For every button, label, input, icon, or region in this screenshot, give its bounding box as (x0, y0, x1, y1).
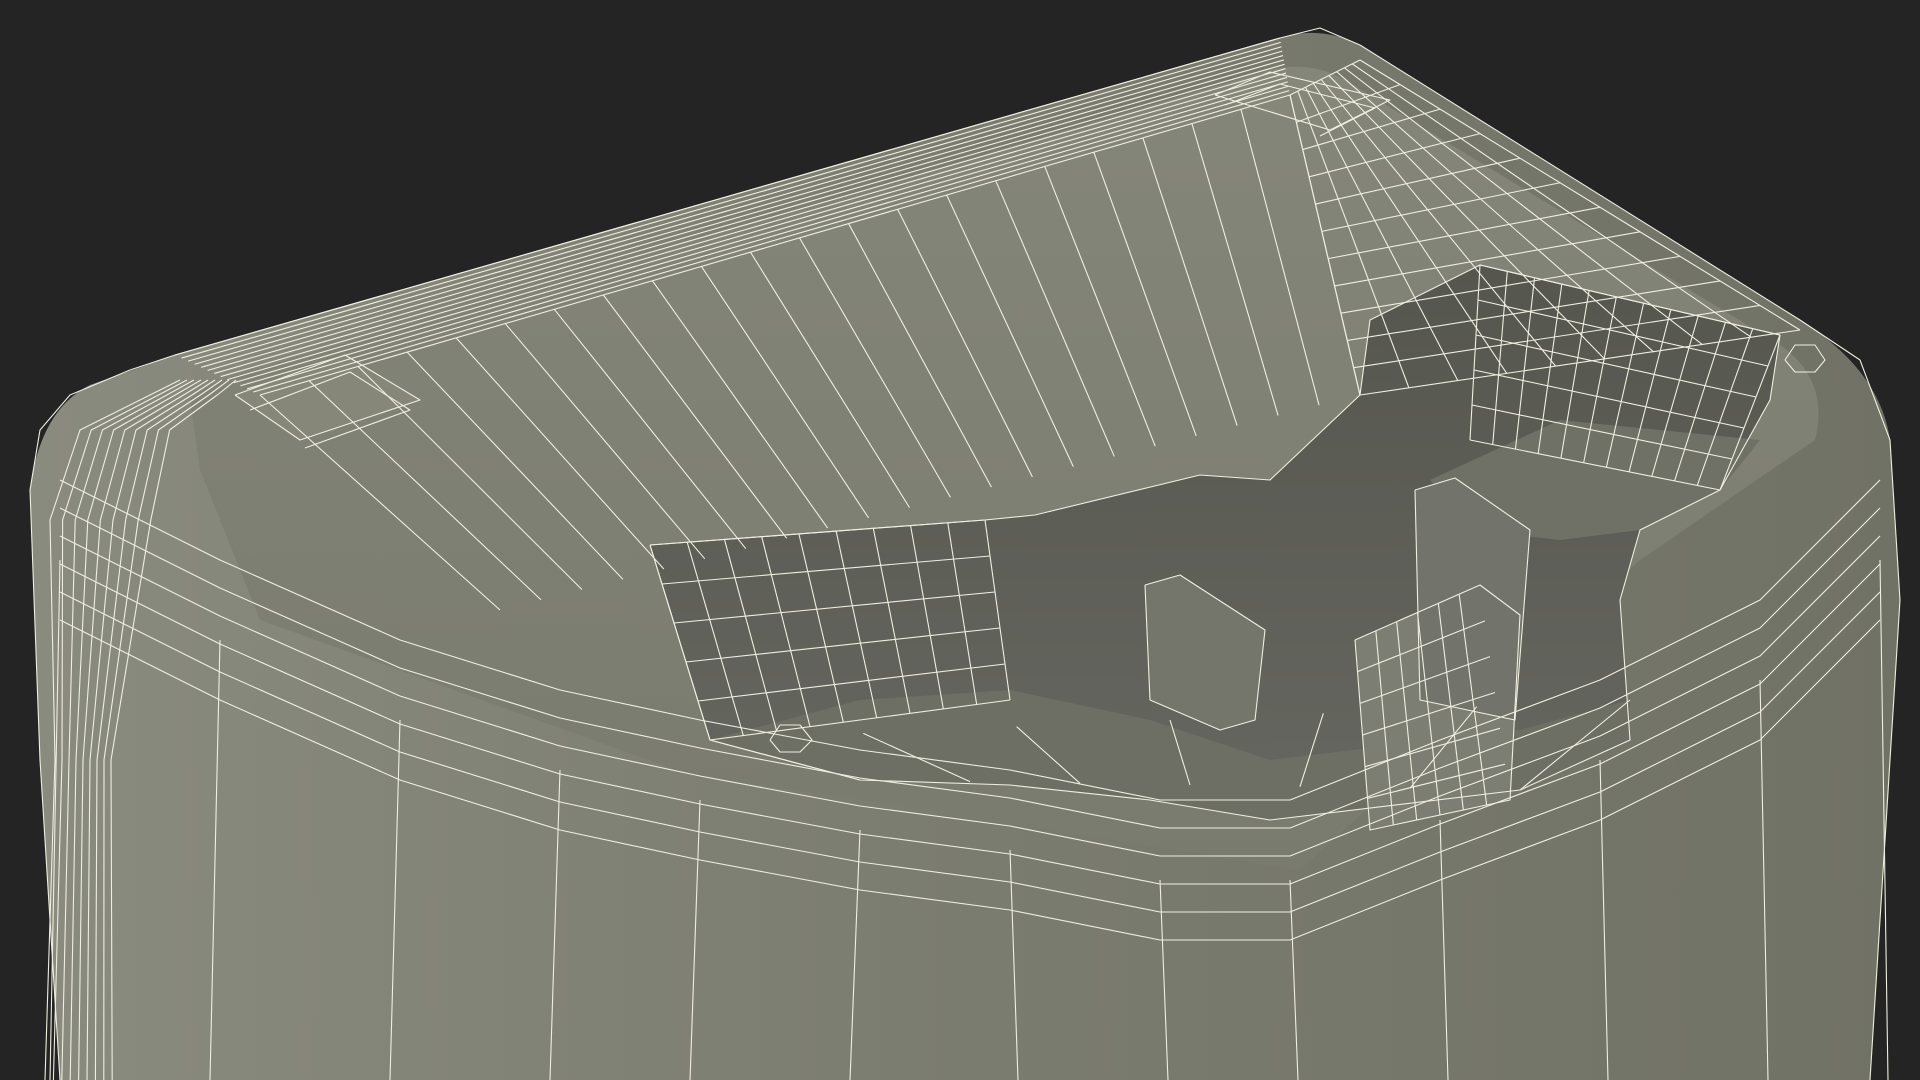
render-viewport (0, 0, 1920, 1080)
wireframe-render (29, 27, 1901, 1080)
